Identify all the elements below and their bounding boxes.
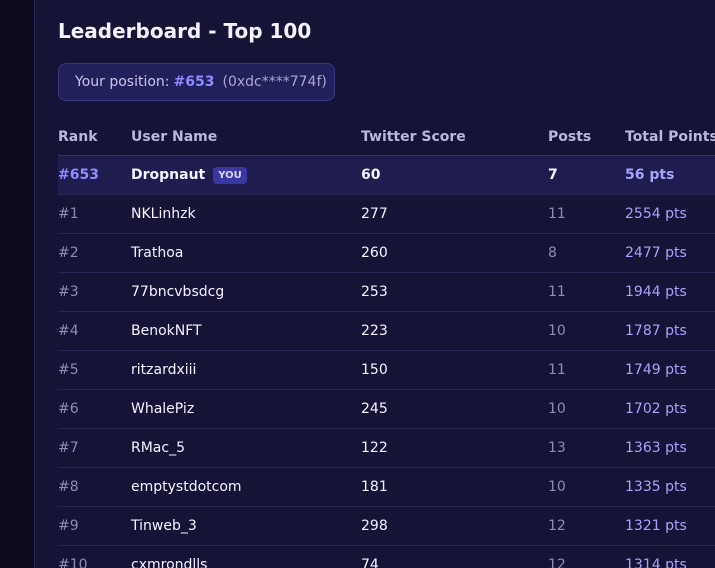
rank-cell: #3 [58,284,79,300]
table-row[interactable]: #2 Trathoa 260 8 2477 pts [58,234,715,273]
points-cell: 1749 pts [625,362,687,378]
table-row[interactable]: #9 Tinweb_3 298 12 1321 pts [58,507,715,546]
points-cell: 1944 pts [625,284,687,300]
user-name: Dropnaut [131,167,206,183]
points-cell: 56 pts [625,167,675,183]
score-cell: 223 [361,323,388,339]
points-cell: 2477 pts [625,245,687,261]
user-cell: BenokNFT [131,323,202,339]
score-cell: 150 [361,362,388,378]
score-cell: 122 [361,440,388,456]
position-label: Your position: [75,74,170,90]
you-badge: YOU [213,166,247,184]
points-cell: 1335 pts [625,479,687,495]
posts-cell: 10 [548,401,566,417]
posts-cell: 12 [548,557,566,568]
page: Leaderboard - Top 100 Your position: #65… [0,0,715,568]
posts-cell: 7 [548,167,558,183]
column-header-user[interactable]: User Name [131,118,217,155]
rank-cell: #10 [58,557,88,568]
user-cell: Trathoa [131,245,184,261]
column-header-score[interactable]: Twitter Score [361,118,466,155]
user-cell: NKLinhzk [131,206,196,222]
table-header: Rank User Name Twitter Score Posts Total… [58,118,715,156]
user-cell: Dropnaut YOU [131,156,247,194]
table-row[interactable]: #8 emptystdotcom 181 10 1335 pts [58,468,715,507]
table-row[interactable]: #5 ritzardxiii 150 11 1749 pts [58,351,715,390]
posts-cell: 8 [548,245,557,261]
rank-cell: #6 [58,401,79,417]
rank-cell: #5 [58,362,79,378]
score-cell: 60 [361,167,381,183]
page-title: Leaderboard - Top 100 [58,19,312,43]
posts-cell: 10 [548,479,566,495]
posts-cell: 11 [548,206,566,222]
posts-cell: 11 [548,362,566,378]
table-row[interactable]: #10 cxmrondlls 74 12 1314 pts [58,546,715,568]
points-cell: 2554 pts [625,206,687,222]
position-address: (0xdc****774f) [222,74,327,90]
rank-cell: #7 [58,440,79,456]
user-cell: emptystdotcom [131,479,242,495]
column-header-points[interactable]: Total Points [625,118,715,155]
points-cell: 1363 pts [625,440,687,456]
leaderboard-table: Rank User Name Twitter Score Posts Total… [58,118,715,568]
table-row[interactable]: #3 77bncvbsdcg 253 11 1944 pts [58,273,715,312]
points-cell: 1787 pts [625,323,687,339]
user-cell: 77bncvbsdcg [131,284,225,300]
points-cell: 1321 pts [625,518,687,534]
table-row[interactable]: #6 WhalePiz 245 10 1702 pts [58,390,715,429]
rank-cell: #9 [58,518,79,534]
rank-cell: #4 [58,323,79,339]
score-cell: 298 [361,518,388,534]
rank-cell: #2 [58,245,79,261]
user-cell: ritzardxiii [131,362,197,378]
points-cell: 1314 pts [625,557,687,568]
column-header-posts[interactable]: Posts [548,118,591,155]
table-row[interactable]: #1 NKLinhzk 277 11 2554 pts [58,195,715,234]
rank-cell: #1 [58,206,79,222]
column-header-rank[interactable]: Rank [58,118,98,155]
score-cell: 277 [361,206,388,222]
table-row[interactable]: #7 RMac_5 122 13 1363 pts [58,429,715,468]
user-cell: WhalePiz [131,401,195,417]
score-cell: 245 [361,401,388,417]
posts-cell: 10 [548,323,566,339]
posts-cell: 13 [548,440,566,456]
user-cell: cxmrondlls [131,557,208,568]
rank-cell: #653 [58,167,99,183]
your-position-box: Your position: #653 (0xdc****774f) [58,63,335,101]
rank-cell: #8 [58,479,79,495]
points-cell: 1702 pts [625,401,687,417]
score-cell: 181 [361,479,388,495]
user-cell: RMac_5 [131,440,185,456]
table-row[interactable]: #4 BenokNFT 223 10 1787 pts [58,312,715,351]
position-rank: #653 [173,74,215,90]
posts-cell: 12 [548,518,566,534]
score-cell: 260 [361,245,388,261]
posts-cell: 11 [548,284,566,300]
table-row-current-user[interactable]: #653 Dropnaut YOU 60 7 56 pts [58,156,715,195]
score-cell: 74 [361,557,379,568]
score-cell: 253 [361,284,388,300]
user-cell: Tinweb_3 [131,518,197,534]
